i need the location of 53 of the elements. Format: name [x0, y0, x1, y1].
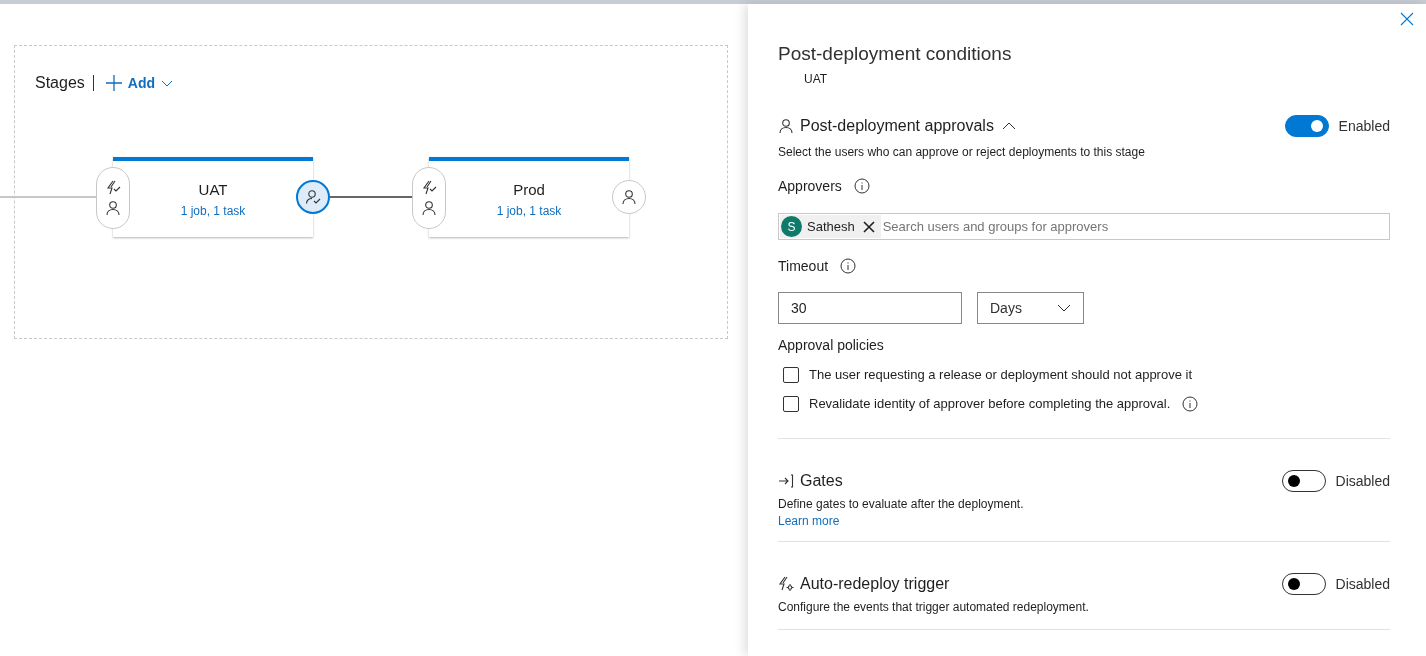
person-icon [105, 200, 121, 216]
panel-title: Post-deployment conditions [778, 43, 1013, 65]
toggle-state-label: Disabled [1335, 473, 1390, 489]
toggle-switch[interactable] [1281, 470, 1326, 492]
timeout-input[interactable]: 30 [778, 292, 962, 324]
info-icon[interactable] [840, 258, 857, 274]
stage-name: UAT [198, 180, 228, 198]
stage-summary[interactable]: 1 job, 1 task [180, 203, 246, 218]
toggle-switch[interactable] [1281, 573, 1326, 595]
checkbox[interactable] [783, 395, 799, 412]
toggle-switch[interactable] [1284, 115, 1329, 137]
person-icon [778, 118, 794, 134]
field-label: Approval policies [778, 337, 885, 353]
pre-deployment-conditions-button[interactable] [96, 167, 130, 229]
search-input[interactable]: Search users and groups for approvers [880, 219, 1388, 234]
pre-deployment-conditions-button[interactable] [412, 167, 446, 229]
post-deployment-conditions-button[interactable] [612, 180, 646, 214]
post-deployment-conditions-button[interactable] [296, 180, 330, 214]
field-label: Timeout [778, 258, 829, 274]
arrow-into-bracket-icon [778, 473, 794, 489]
timeout-unit-dropdown[interactable]: Days [977, 292, 1084, 324]
toggle-state-label: Disabled [1335, 576, 1390, 592]
stages-title: Stages [35, 74, 85, 92]
section-title: Auto-redeploy trigger [800, 575, 950, 593]
learn-more-link[interactable]: Learn more [778, 514, 840, 528]
section-title: Post-deployment approvals [800, 117, 994, 135]
checkbox[interactable] [783, 366, 799, 383]
trigger-gear-icon [778, 576, 794, 592]
info-icon[interactable] [853, 178, 870, 194]
section-title: Gates [800, 472, 843, 490]
section-description: Define gates to evaluate after the deployment. [778, 497, 1025, 511]
trigger-icon [421, 180, 437, 196]
section-description: Select the users who can approve or reject deployments to this stage [778, 145, 1146, 159]
stage-summary[interactable]: 1 job, 1 task [496, 203, 562, 218]
person-icon [421, 200, 437, 216]
chevron-down-icon [1057, 303, 1071, 313]
approvers-search-field[interactable]: S Sathesh Search users and groups for approvers [778, 213, 1390, 240]
stage-name: Prod [513, 180, 545, 198]
add-stage-button[interactable]: Add [101, 75, 178, 91]
info-icon[interactable] [1182, 395, 1199, 412]
checkbox-label: The user requesting a release or deployment should not approve it [809, 367, 1192, 382]
person-check-icon [305, 189, 321, 205]
checkbox-label: Revalidate identity of approver before completing the approval. [809, 396, 1171, 411]
toggle-state-label: Enabled [1338, 118, 1390, 134]
trigger-icon [105, 180, 121, 196]
section-description: Configure the events that trigger automated redeployment. [778, 600, 1090, 614]
stage-label: UAT [804, 72, 828, 86]
field-label: Approvers [778, 178, 842, 194]
avatar-circle: S [781, 216, 802, 237]
plus-icon [105, 75, 122, 91]
close-icon[interactable] [1400, 12, 1414, 26]
person-icon [621, 189, 637, 205]
approver-name: Sathesh [807, 219, 855, 234]
